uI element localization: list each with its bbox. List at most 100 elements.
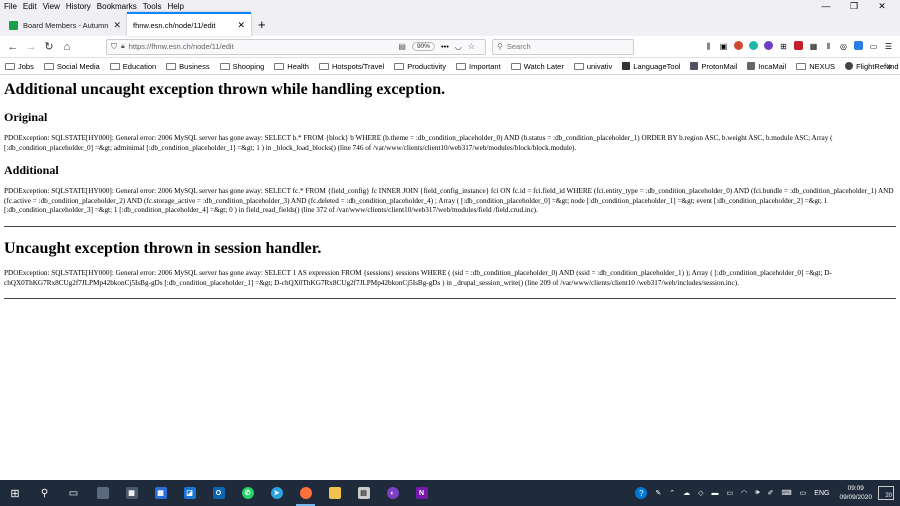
bookmark-protonmail[interactable]: ProtonMail — [690, 62, 737, 71]
additional-error-text: PDOException: SQLSTATE[HY000]: General e… — [4, 187, 894, 215]
bookmark-languagetool[interactable]: LanguageTool — [622, 62, 680, 71]
session-error-text: PDOException: SQLSTATE[HY000]: General e… — [4, 268, 832, 287]
clock-time: 09:09 — [847, 485, 864, 492]
pen-workspace-icon[interactable]: ✐ — [768, 489, 774, 497]
task-view-icon[interactable]: ▭ — [59, 480, 88, 506]
telegram-icon[interactable]: ➤ — [262, 480, 291, 506]
menu-history[interactable]: History — [66, 2, 91, 11]
podcast-app-icon[interactable]: ◐ — [378, 480, 407, 506]
extension-icon[interactable] — [791, 41, 806, 52]
dropbox-icon[interactable]: ◇ — [698, 489, 703, 497]
onedrive-icon[interactable]: ☁ — [683, 489, 690, 497]
tab-title: fhnw.esn.ch/node/11/edit — [133, 20, 216, 30]
bookmark-productivity[interactable]: Productivity — [394, 62, 446, 71]
onenote-icon[interactable]: N — [407, 480, 436, 506]
language-indicator[interactable]: ENG — [814, 490, 829, 497]
divider — [4, 298, 896, 300]
library-icon[interactable]: ⫼ — [701, 42, 716, 52]
extension-icon[interactable]: ◎ — [836, 42, 851, 51]
menu-edit[interactable]: Edit — [23, 2, 37, 11]
url-bar[interactable]: ⛉ 🔒︎ https://fhnw.esn.ch/node/11/edit ▤ … — [106, 38, 486, 55]
firefox-icon[interactable] — [291, 480, 320, 506]
extension-icon[interactable] — [761, 41, 776, 52]
bookmark-label: NEXUS — [809, 61, 836, 71]
back-arrow-icon[interactable]: ← — [4, 41, 22, 53]
notes-app-icon[interactable]: ▤ — [349, 480, 378, 506]
zoom-level[interactable]: 90% — [411, 42, 435, 51]
minimize-button[interactable]: — — [812, 0, 840, 12]
close-tab-icon[interactable]: ✕ — [113, 20, 121, 31]
reader-view-icon[interactable]: ▤ — [398, 42, 406, 51]
menu-hamburger-icon[interactable]: ☰ — [881, 42, 896, 51]
menu-bookmarks[interactable]: Bookmarks — [97, 2, 137, 11]
folder-icon — [43, 62, 54, 70]
storage-icon[interactable]: ▬ — [712, 490, 719, 497]
close-window-button[interactable]: ✕ — [868, 0, 896, 12]
extension-icon[interactable]: ▦ — [806, 42, 821, 51]
toolbar-icons: ⫼ ▣ ⊞ ▦ ⫴ ◎ ▭ ☰ — [701, 41, 896, 52]
bookmark-star-icon[interactable]: ☆ — [468, 42, 475, 51]
tab-node-edit[interactable]: fhnw.esn.ch/node/11/edit ✕ — [127, 12, 251, 36]
pen-icon[interactable]: ✎ — [655, 489, 661, 497]
battery-icon[interactable]: ▭ — [727, 489, 734, 497]
outlook-icon[interactable]: O — [204, 480, 233, 506]
sidebar-icon[interactable]: ▣ — [716, 42, 731, 51]
extension-icon[interactable] — [746, 41, 761, 52]
more-bookmarks-icon[interactable]: » — [886, 61, 892, 72]
bookmark-shooping[interactable]: Shooping — [219, 62, 264, 71]
bookmark-business[interactable]: Business — [166, 62, 210, 71]
bookmark-education[interactable]: Education — [109, 61, 157, 71]
bookmark-health[interactable]: Health — [274, 62, 309, 71]
windows-start-icon[interactable]: ⊞ — [0, 487, 30, 500]
extension-icon[interactable]: ⊞ — [776, 42, 791, 51]
bookmark-social-media[interactable]: Social Media — [43, 62, 100, 71]
extension-icon[interactable]: ▭ — [866, 42, 881, 51]
help-icon[interactable]: ? — [635, 487, 648, 499]
notification-center-icon[interactable]: 20 — [878, 486, 894, 500]
folder-icon — [394, 62, 405, 70]
display-icon[interactable]: ▭ — [800, 489, 807, 497]
forward-arrow-icon[interactable]: → — [22, 41, 40, 53]
menu-tools[interactable]: Tools — [143, 2, 162, 11]
bookmark-watch-later[interactable]: Watch Later — [510, 62, 564, 71]
bookmark-label: Education — [122, 61, 157, 71]
bookmark-nexus[interactable]: NEXUS — [796, 62, 835, 71]
menu-view[interactable]: View — [43, 2, 60, 11]
show-hidden-icons-icon[interactable]: ⌃ — [669, 489, 675, 497]
bookmark-incamail[interactable]: IncaMail — [747, 62, 786, 71]
new-tab-icon[interactable]: + — [251, 14, 273, 36]
menu-file[interactable]: File — [4, 2, 17, 11]
page-actions-icon[interactable]: ••• — [441, 42, 449, 51]
maximize-button[interactable]: ❐ — [840, 0, 868, 12]
search-bar[interactable]: ⚲ Search — [492, 38, 634, 55]
home-icon[interactable]: ⌂ — [58, 41, 76, 53]
whatsapp-icon[interactable]: ✆ — [233, 480, 262, 506]
divider — [4, 225, 896, 227]
shield-icon[interactable]: ⛉ — [111, 42, 117, 52]
clock[interactable]: 09:09 09/09/2020 — [839, 484, 872, 502]
keyboard-icon[interactable]: ⌨ — [782, 489, 792, 497]
extension-icon[interactable] — [851, 41, 866, 52]
reload-icon[interactable]: ↻ — [40, 40, 58, 53]
calculator-icon[interactable]: ▦ — [117, 480, 146, 506]
search-icon[interactable]: ⚲ — [30, 480, 59, 506]
bookmark-jobs[interactable]: Jobs — [5, 62, 34, 71]
close-tab-icon[interactable]: ✕ — [237, 20, 245, 31]
wifi-icon[interactable]: ◠ — [741, 489, 747, 497]
tab-board-members[interactable]: Board Members - Autumn 2020 ✕ — [3, 14, 127, 36]
pocket-icon[interactable]: ◡ — [455, 42, 462, 51]
menu-help[interactable]: Help — [167, 2, 183, 11]
extension-icon[interactable]: ⫴ — [821, 42, 836, 52]
url-text[interactable]: https://fhnw.esn.ch/node/11/edit — [129, 42, 399, 51]
bookmark-hotspots-travel[interactable]: Hotspots/Travel — [318, 62, 384, 71]
calendar-icon[interactable]: ▦ — [146, 480, 175, 506]
tab-title: Board Members - Autumn 2020 — [23, 20, 109, 30]
paint-icon[interactable]: ◪ — [175, 480, 204, 506]
phone-app-icon[interactable] — [88, 480, 117, 506]
lock-icon[interactable]: 🔒︎ — [121, 43, 125, 51]
extension-icon[interactable] — [731, 41, 746, 52]
bookmark-important[interactable]: Important — [456, 62, 501, 71]
file-explorer-icon[interactable] — [320, 480, 349, 506]
volume-icon[interactable]: 🕪︎ — [755, 489, 759, 497]
bookmark-univativ[interactable]: univativ — [573, 62, 612, 71]
